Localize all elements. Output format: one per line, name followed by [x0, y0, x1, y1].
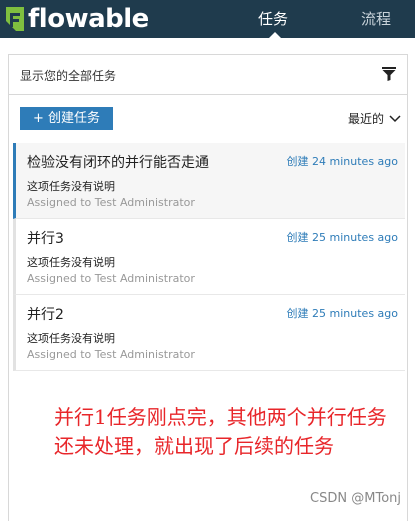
chevron-down-icon [389, 114, 401, 122]
task-title: 并行2 [27, 307, 64, 323]
task-assignee: Assigned to Test Administrator [27, 196, 195, 209]
top-navigation-bar: flowable 任务 流程 [0, 0, 415, 39]
annotation-note: 并行1任务刚点完，其他两个并行任务还未处理，就出现了后续的任务 [54, 405, 387, 458]
nav-tab-process[interactable]: 流程 [361, 0, 391, 38]
sort-dropdown[interactable]: 最近的 [348, 110, 401, 127]
filter-label: 显示您的全部任务 [20, 69, 117, 83]
task-title: 检验没有闭环的并行能否走通 [27, 155, 209, 171]
flowable-logo[interactable]: flowable [4, 3, 149, 35]
watermark: CSDN @MTonj [310, 491, 401, 506]
task-created-time: 创建 24 minutes ago [286, 155, 398, 168]
task-description: 这项任务没有说明 [27, 256, 115, 269]
task-filter-bar[interactable]: 显示您的全部任务 [9, 55, 407, 95]
task-created-time: 创建 25 minutes ago [286, 231, 398, 244]
create-task-button[interactable]: + 创建任务 [20, 107, 113, 130]
sort-label: 最近的 [347, 112, 384, 126]
task-assignee: Assigned to Test Administrator [27, 348, 195, 361]
task-item[interactable]: 并行2 创建 25 minutes ago 这项任务没有说明 Assigned … [13, 295, 405, 371]
task-assignee: Assigned to Test Administrator [27, 272, 195, 285]
filter-icon[interactable] [382, 67, 396, 81]
logo-text: flowable [28, 4, 149, 34]
task-created-time: 创建 25 minutes ago [286, 307, 398, 320]
task-description: 这项任务没有说明 [27, 180, 115, 193]
task-description: 这项任务没有说明 [27, 332, 115, 345]
flowable-logo-icon [6, 7, 24, 31]
active-tab-indicator [268, 32, 282, 39]
task-list: 检验没有闭环的并行能否走通 创建 24 minutes ago 这项任务没有说明… [13, 143, 405, 371]
task-item[interactable]: 检验没有闭环的并行能否走通 创建 24 minutes ago 这项任务没有说明… [13, 143, 405, 219]
task-item[interactable]: 并行3 创建 25 minutes ago 这项任务没有说明 Assigned … [13, 219, 405, 295]
task-title: 并行3 [27, 231, 64, 247]
